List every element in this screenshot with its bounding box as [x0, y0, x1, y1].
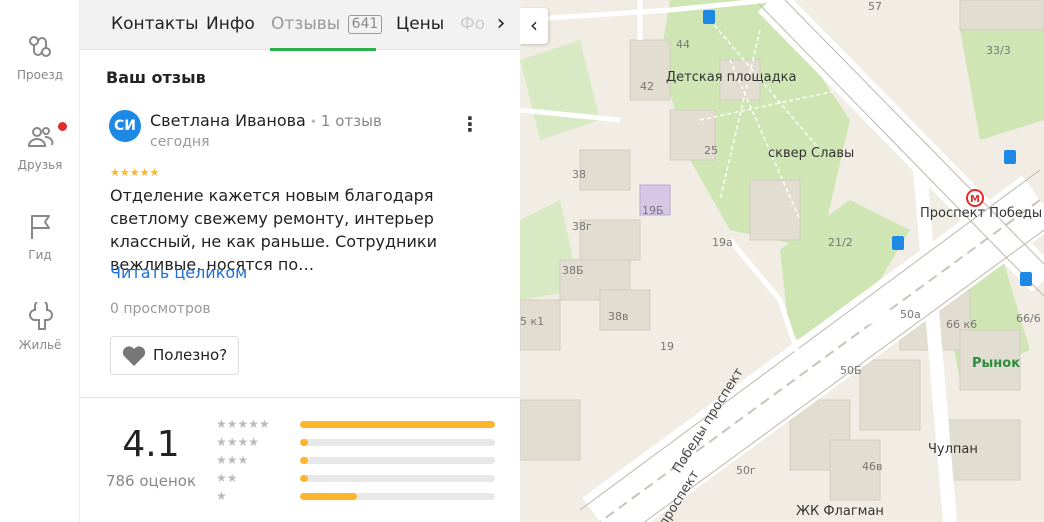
nav-route-label: Проезд: [16, 68, 64, 82]
map-label: 19Б: [642, 204, 664, 217]
tab-reviews[interactable]: Отзывы 641: [271, 14, 383, 34]
map-label: 19а: [712, 236, 733, 249]
map-label-flagman[interactable]: ЖК Флагман: [796, 504, 884, 519]
map-label-market[interactable]: Рынок: [972, 356, 1020, 371]
rating-bar-track: [300, 457, 495, 464]
map-label-chulpan[interactable]: Чулпан: [928, 442, 978, 457]
read-more-link[interactable]: Читать целиком: [110, 263, 247, 282]
review-stars: ★★★★★: [110, 166, 160, 179]
map-label: 42: [640, 80, 654, 93]
friends-icon: [25, 122, 55, 152]
map-label: 46в: [862, 460, 883, 473]
more-options-icon[interactable]: ⋮: [460, 112, 481, 136]
map-label: 38Б: [562, 264, 584, 277]
rating-bar-track: [300, 421, 495, 428]
map-label: 25: [704, 144, 718, 157]
map-label-playground[interactable]: Детская площадка: [666, 70, 796, 85]
place-panel: Контакты Инфо Отзывы 641 Цены Фото › Ваш…: [80, 0, 520, 522]
rating-bar-fill: [300, 475, 308, 482]
author-name[interactable]: Светлана Иванова: [150, 111, 306, 130]
map-label: 50Б: [840, 364, 862, 377]
nav-housing-label: Жильё: [18, 338, 62, 352]
rating-bar-track: [300, 493, 495, 500]
tab-photos[interactable]: Фото: [460, 14, 484, 34]
map[interactable]: M ‹ 57 44 33/3 Детская площадка 42 25 ск…: [520, 0, 1044, 522]
rating-bar-fill: [300, 493, 357, 500]
nav-friends-label: Друзья: [17, 158, 63, 172]
review-date: сегодня: [150, 134, 210, 150]
avatar[interactable]: СИ: [109, 110, 141, 142]
map-label: 66/6: [1016, 312, 1041, 325]
rating-count: 786 оценок: [105, 472, 197, 490]
rating-bar-track: [300, 439, 495, 446]
active-tab-indicator: [270, 48, 376, 51]
route-icon: [25, 32, 55, 62]
heart-icon: [121, 344, 147, 368]
tab-contacts[interactable]: Контакты: [111, 14, 199, 34]
map-label-metro[interactable]: Проспект Победы: [920, 206, 1042, 221]
housing-icon: [25, 299, 55, 332]
map-label: 38г: [572, 220, 592, 233]
author-review-count: 1 отзыв: [320, 112, 382, 130]
map-label: 19: [660, 340, 674, 353]
rating-bar-track: [300, 475, 495, 482]
rating-bar-stars: ★: [216, 489, 227, 503]
rating-bar-fill: [300, 457, 308, 464]
map-label: 57: [868, 0, 882, 13]
map-label: 21/2: [828, 236, 853, 249]
tab-bar: Контакты Инфо Отзывы 641 Цены Фото ›: [80, 0, 520, 51]
map-label: 66 к6: [946, 318, 978, 331]
tab-reviews-label: Отзывы: [271, 14, 341, 34]
map-label: 50г: [736, 464, 756, 477]
rating-bar-stars: ★★★: [216, 453, 249, 467]
map-label: 38в: [608, 310, 629, 323]
map-label-square[interactable]: сквер Славы: [768, 146, 854, 161]
section-title: Ваш отзыв: [106, 68, 206, 87]
nav-route[interactable]: Проезд: [0, 32, 80, 82]
rating-bar-stars: ★★★★★: [216, 417, 270, 431]
nav-friends[interactable]: Друзья: [0, 122, 80, 172]
rating-bar-stars: ★★★★: [216, 435, 260, 449]
views-count: 0 просмотров: [110, 301, 211, 317]
flag-icon: [25, 212, 55, 242]
useful-label: Полезно?: [153, 346, 228, 364]
separator-dot: •: [309, 115, 317, 129]
rating-bar-fill: [300, 439, 308, 446]
nav-housing[interactable]: Жильё: [0, 299, 80, 352]
notification-dot: [58, 122, 67, 131]
rating-bar-fill: [300, 421, 495, 428]
map-label: 50а: [900, 308, 921, 321]
rating-value: 4.1: [122, 424, 180, 465]
map-label: 5 к1: [520, 315, 545, 328]
chevron-right-icon[interactable]: ›: [486, 10, 516, 40]
nav-guide-label: Гид: [28, 248, 52, 262]
review-author: Светлана Иванова • 1 отзыв: [150, 111, 382, 130]
tab-info[interactable]: Инфо: [206, 14, 255, 34]
nav-guide[interactable]: Гид: [0, 212, 80, 262]
rating-bar-stars: ★★: [216, 471, 238, 485]
left-nav: Проезд Друзья Гид Жильё: [0, 0, 80, 522]
map-label: 38: [572, 168, 586, 181]
map-label: 33/3: [986, 44, 1011, 57]
divider: [80, 397, 520, 398]
collapse-panel-button[interactable]: ‹: [520, 8, 548, 44]
reviews-count-badge: 641: [347, 15, 383, 34]
svg-text:M: M: [970, 194, 980, 205]
useful-button[interactable]: Полезно?: [110, 336, 239, 375]
tab-prices[interactable]: Цены: [396, 14, 444, 34]
map-label: 44: [676, 38, 690, 51]
